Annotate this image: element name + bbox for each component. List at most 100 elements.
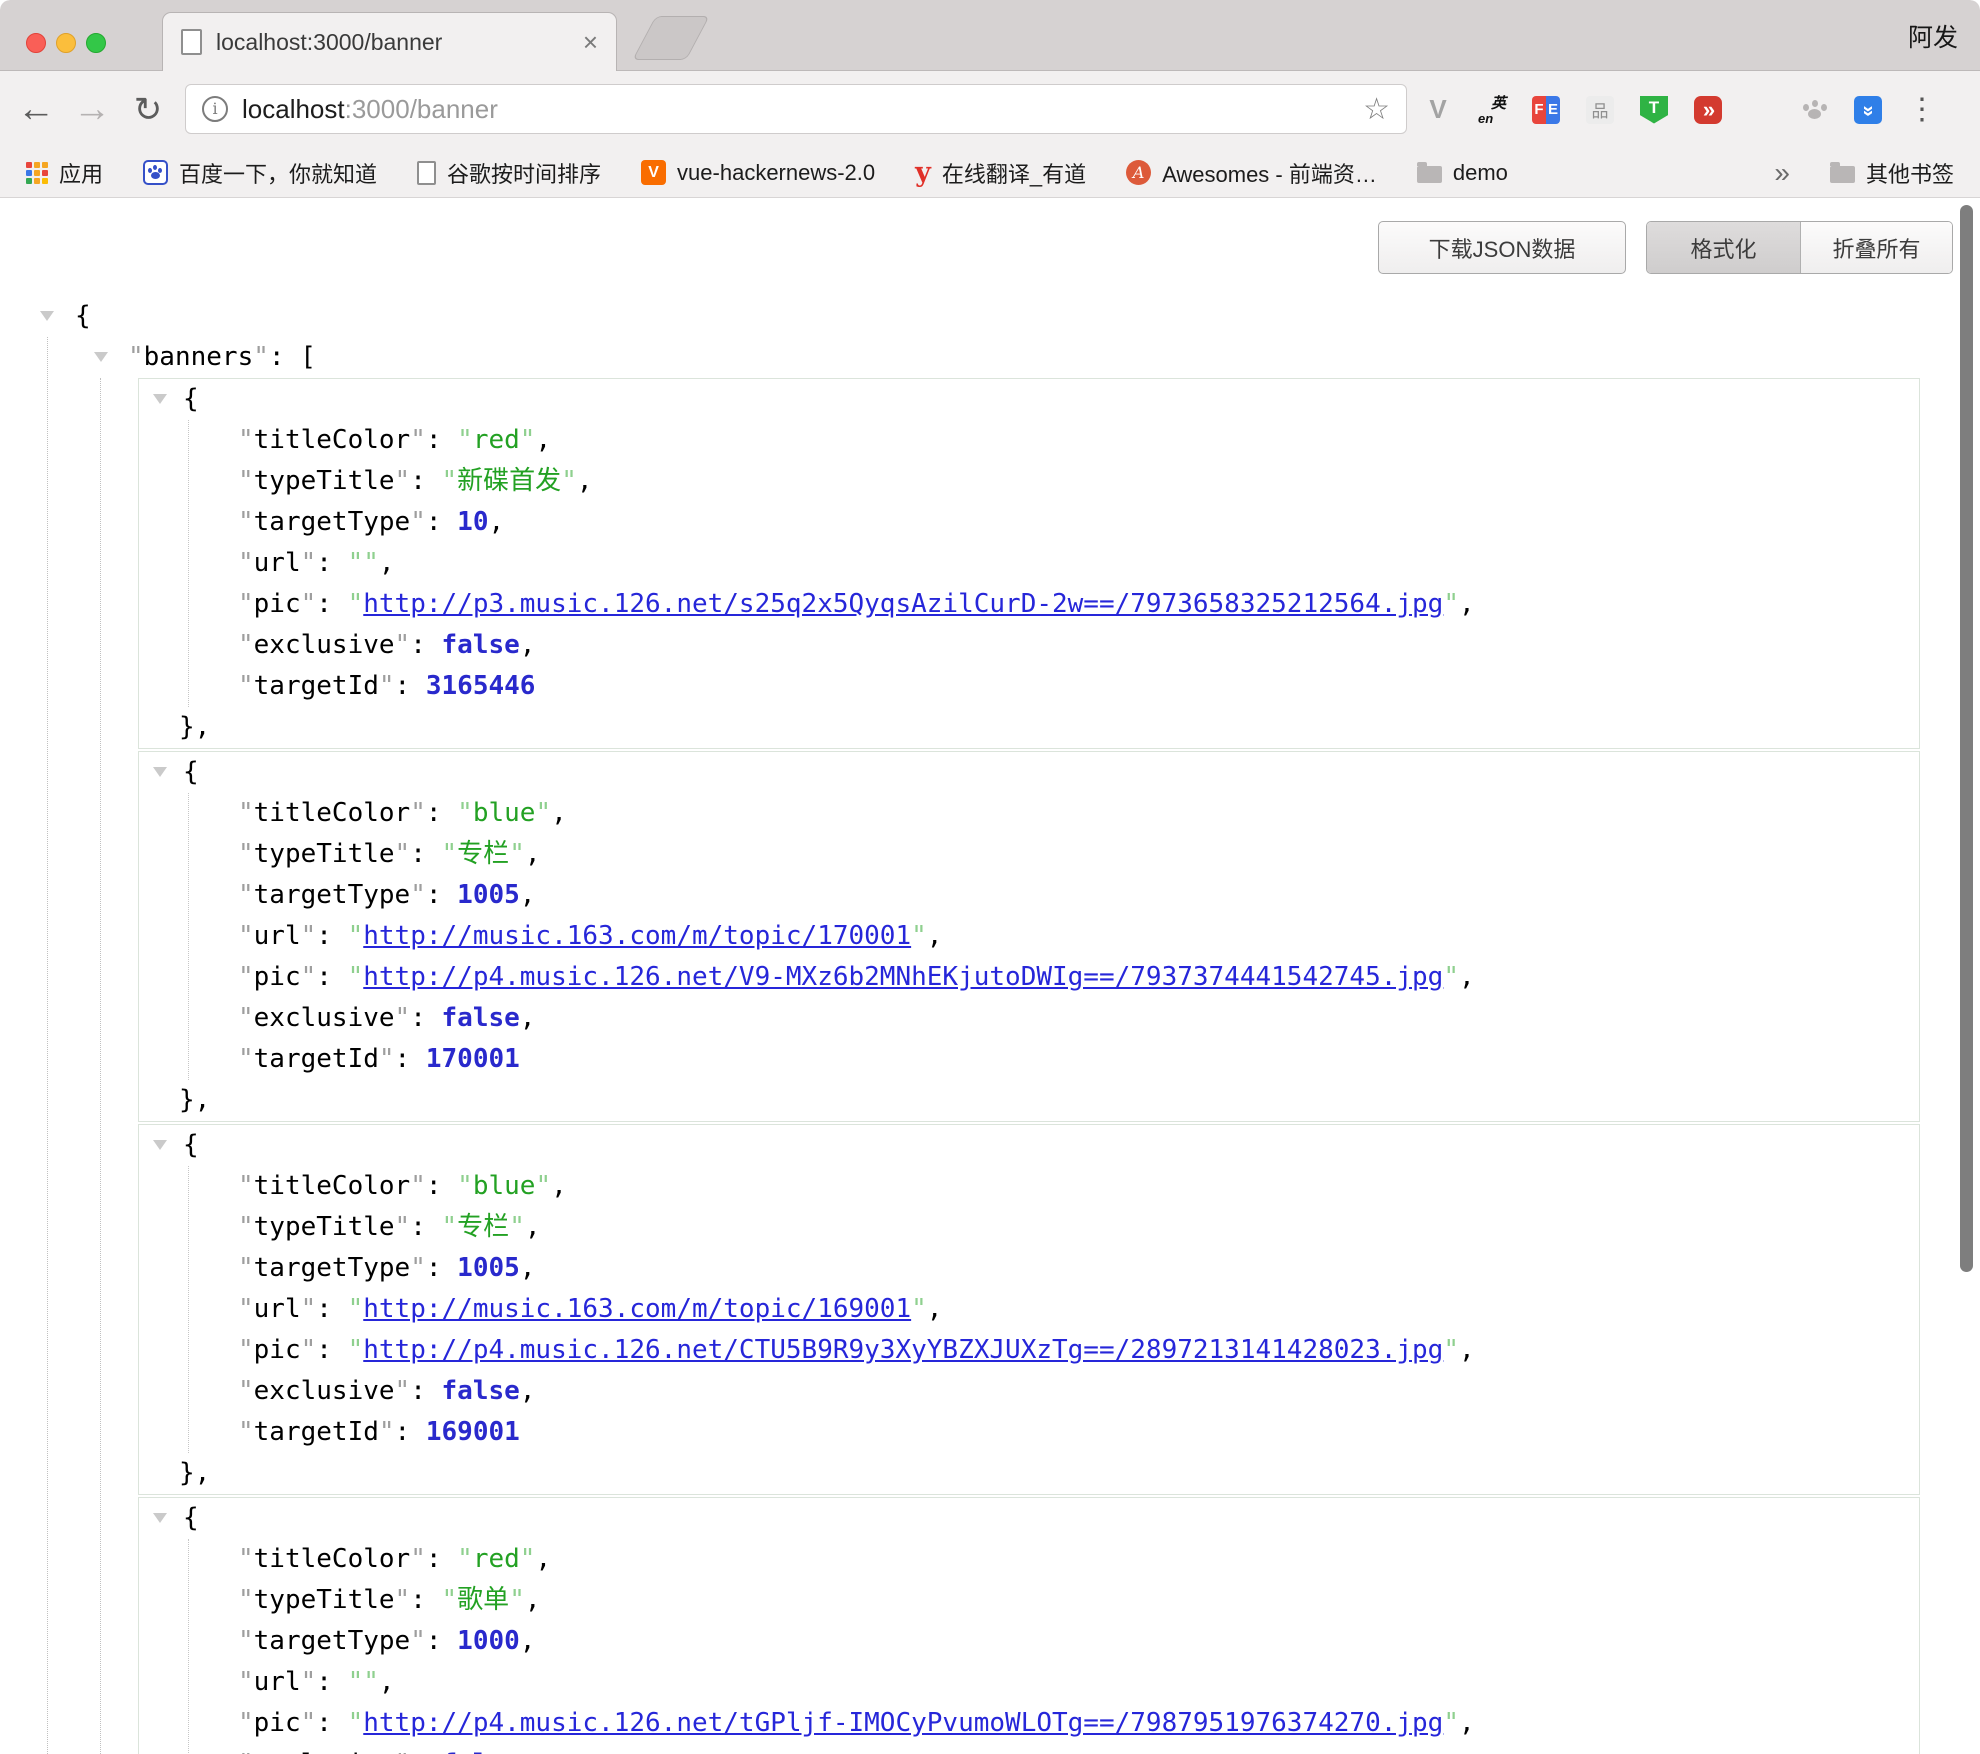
awesomes-icon: A [1126,160,1151,185]
json-token: false [442,630,520,660]
json-token: 1005 [457,1253,520,1283]
object-close: }, [139,707,1919,748]
bookmark-label: 谷歌按时间排序 [447,157,601,189]
other-bookmarks-folder[interactable]: 其他书签 [1830,157,1954,189]
bookmark-demo-folder[interactable]: demo [1417,160,1508,186]
json-token: " [395,839,411,869]
page-info-icon[interactable]: i [202,96,228,122]
vue-devtools-icon[interactable]: V [1424,96,1452,124]
json-link[interactable]: http://music.163.com/m/topic/169001 [363,1294,911,1324]
shield-extension-icon[interactable]: T [1640,96,1668,124]
maximize-window-icon[interactable] [86,33,106,53]
translate-extension-icon[interactable]: 英 en [1478,96,1506,124]
bookmark-google-sort[interactable]: 谷歌按时间排序 [417,157,601,189]
json-token: : [410,1749,441,1754]
json-token: , [927,1294,943,1324]
bookmark-vue-hackernews[interactable]: V vue-hackernews-2.0 [641,160,875,186]
fe-extension-icon[interactable]: F E [1532,96,1560,124]
collapse-triangle-icon[interactable] [40,311,54,321]
json-link[interactable]: http://music.163.com/m/topic/170001 [363,921,911,951]
format-button[interactable]: 格式化 [1647,222,1801,273]
json-token: : [395,671,426,701]
json-token: " [238,1335,254,1365]
collapse-triangle-icon[interactable] [153,767,167,777]
json-token: : [ [269,342,316,372]
collapse-triangle-icon[interactable] [94,352,108,362]
bookmark-youdao[interactable]: y 在线翻译_有道 [915,157,1086,189]
qr-code-extension-icon[interactable] [1748,97,1774,123]
json-field-pic: "pic": "http://p3.music.126.net/s25q2x5Q… [139,584,1919,625]
collapse-triangle-icon[interactable] [153,1513,167,1523]
paw-extension-icon[interactable] [1800,96,1828,124]
json-token: , [379,1667,395,1697]
json-field-targetType: "targetType": 1005, [139,1248,1919,1289]
json-token: : [426,1544,457,1574]
bookmark-apps[interactable]: 应用 [26,157,103,189]
page-scrollbar[interactable] [1960,205,1973,1272]
json-field-exclusive: "exclusive": false, [139,625,1919,666]
json-token: titleColor [254,1544,411,1574]
json-token: " [1443,589,1459,619]
json-token: " [238,1417,254,1447]
json-token: typeTitle [254,1212,395,1242]
json-token: , [520,1626,536,1656]
json-token: " [1443,1335,1459,1365]
download-extension-icon[interactable]: » [1854,96,1882,124]
json-token: 歌单 [457,1585,509,1615]
json-field-titleColor: "titleColor": "blue", [139,793,1919,834]
download-json-button[interactable]: 下载JSON数据 [1378,221,1626,274]
collapse-triangle-icon[interactable] [153,394,167,404]
bookmark-awesomes[interactable]: A Awesomes - 前端资… [1126,157,1377,189]
json-token: exclusive [254,1376,395,1406]
collapse-triangle-icon[interactable] [153,1140,167,1150]
bookmarks-overflow-icon[interactable]: » [1774,157,1790,189]
object-open: { [139,1498,1919,1539]
fastforward-extension-icon[interactable]: » [1694,96,1722,124]
sitemap-extension-icon[interactable]: 品 [1586,96,1614,124]
json-link[interactable]: http://p4.music.126.net/tGPljf-IMOCyPvum… [363,1708,1443,1738]
json-field-targetType: "targetType": 10, [139,502,1919,543]
json-field-titleColor: "titleColor": "red", [139,1539,1919,1580]
bookmark-baidu[interactable]: 百度一下，你就知道 [143,157,377,189]
json-token: " [410,798,426,828]
fe-e-glyph: E [1546,96,1560,124]
json-token: { [183,1130,199,1160]
json-token: " [301,1335,317,1365]
json-token: targetId [254,1417,379,1447]
json-token: pic [254,962,301,992]
profile-name[interactable]: 阿发 [1908,18,1958,54]
json-token: " [238,921,254,951]
json-token: false [442,1749,520,1754]
reload-button[interactable]: ↻ [126,71,170,148]
collapse-all-button[interactable]: 折叠所有 [1801,222,1952,273]
close-tab-icon[interactable]: × [583,27,598,58]
json-token: " [410,1626,426,1656]
tree-guide-line [100,378,101,1754]
address-bar[interactable]: i localhost :3000/banner ☆ [185,84,1407,134]
json-token: " [238,1376,254,1406]
minimize-window-icon[interactable] [56,33,76,53]
json-link[interactable]: http://p4.music.126.net/CTU5B9R9y3XyYBZX… [363,1335,1443,1365]
json-token: " [395,1585,411,1615]
json-field-pic: "pic": "http://p4.music.126.net/V9-MXz6b… [139,957,1919,998]
json-token: " [457,425,473,455]
json-token: 1000 [457,1626,520,1656]
json-token: blue [473,1171,536,1201]
browser-tab[interactable]: localhost:3000/banner × [162,12,617,71]
json-token: 169001 [426,1417,520,1447]
json-field-exclusive: "exclusive": false, [139,998,1919,1039]
json-link[interactable]: http://p3.music.126.net/s25q2x5QyqsAzilC… [363,589,1443,619]
bookmark-star-icon[interactable]: ☆ [1363,92,1390,127]
new-tab-button[interactable] [632,16,709,60]
back-button[interactable]: ← [14,71,58,148]
json-token: " [238,1667,254,1697]
close-window-icon[interactable] [26,33,46,53]
json-token: " [238,466,254,496]
json-field-targetId: "targetId": 3165446 [139,666,1919,707]
browser-menu-icon[interactable]: ⋮ [1908,96,1936,124]
json-token: : [316,1667,347,1697]
json-token: titleColor [254,1171,411,1201]
json-token: banners [144,342,254,372]
json-link[interactable]: http://p4.music.126.net/V9-MXz6b2MNhEKju… [363,962,1443,992]
json-token: exclusive [254,630,395,660]
